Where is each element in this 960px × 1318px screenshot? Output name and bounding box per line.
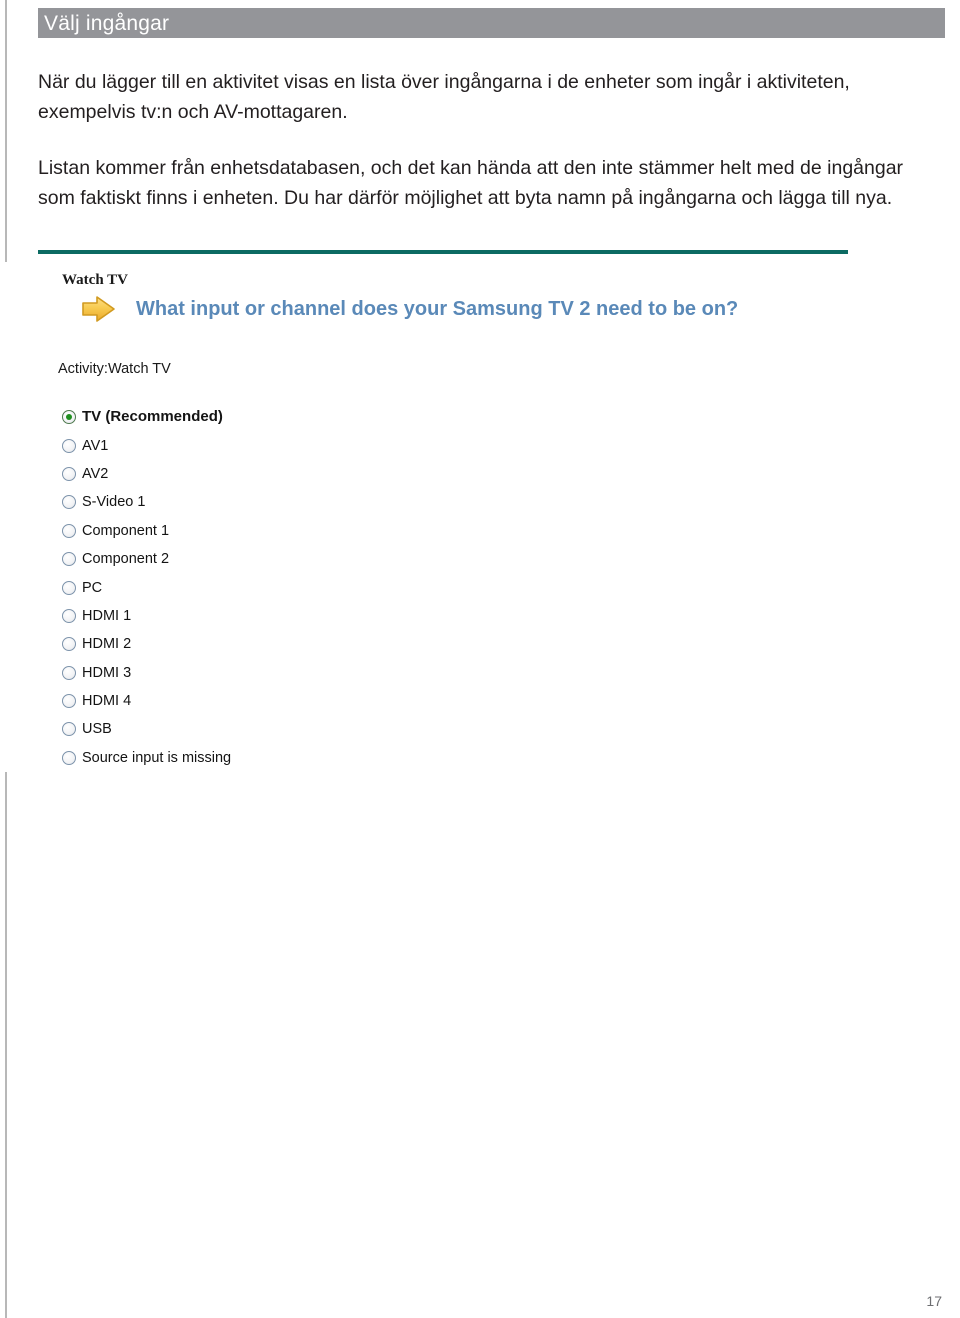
body-paragraph-1: När du lägger till en aktivitet visas en… [38,70,850,123]
input-option-label: HDMI 2 [82,636,132,653]
input-option-5[interactable]: Component 2 [62,545,482,573]
screenshot-question-text: What input or channel does your Samsung … [136,298,739,320]
radio-selected-icon[interactable] [62,410,76,425]
embedded-app-screenshot: Watch TV What input or channel does your… [0,262,960,772]
input-option-label: Component 2 [82,551,170,568]
input-option-4[interactable]: Component 1 [62,517,482,545]
radio-unselected-icon[interactable] [62,438,76,453]
radio-unselected-icon[interactable] [62,523,76,538]
radio-unselected-icon[interactable] [62,637,76,652]
input-radio-group[interactable]: TV (Recommended) AV1 AV2 S-Video 1 Component… [62,403,482,772]
radio-unselected-icon[interactable] [62,694,76,709]
radio-unselected-icon[interactable] [62,495,76,510]
input-option-label: Component 1 [82,522,170,539]
input-option-12[interactable]: Source input is missing [62,744,482,772]
input-option-11[interactable]: USB [62,715,482,743]
radio-unselected-icon[interactable] [62,750,76,765]
radio-unselected-icon[interactable] [62,552,76,567]
section-divider [38,250,848,254]
input-option-label: S-Video 1 [82,494,146,511]
input-option-9[interactable]: HDMI 3 [62,659,482,687]
input-option-3[interactable]: S-Video 1 [62,488,482,516]
arrow-right-icon [80,294,118,324]
input-option-label: HDMI 4 [82,693,132,710]
input-option-label: TV (Recommended) [82,408,223,426]
input-option-label: AV2 [82,465,109,482]
section-header-bar: Välj ingångar [38,8,945,38]
input-option-label: PC [82,579,103,596]
input-option-label: HDMI 1 [82,607,132,624]
input-option-label: AV1 [82,437,109,454]
input-option-6[interactable]: PC [62,573,482,601]
screenshot-activity-title: Watch TV [62,272,128,288]
page-title: Välj ingångar [44,12,170,35]
input-option-2[interactable]: AV2 [62,460,482,488]
radio-unselected-icon[interactable] [62,580,76,595]
page-number: 17 [926,1293,942,1309]
radio-unselected-icon[interactable] [62,665,76,680]
screenshot-question-row: What input or channel does your Samsung … [80,292,738,326]
input-option-10[interactable]: HDMI 4 [62,687,482,715]
input-option-0[interactable]: TV (Recommended) [62,403,482,431]
input-option-8[interactable]: HDMI 2 [62,630,482,658]
input-option-1[interactable]: AV1 [62,431,482,459]
screenshot-activity-label: Activity:Watch TV [58,361,171,377]
input-option-label: Source input is missing [82,749,232,766]
input-option-7[interactable]: HDMI 1 [62,602,482,630]
input-option-label: HDMI 3 [82,664,132,681]
radio-unselected-icon[interactable] [62,608,76,623]
input-option-label: USB [82,721,112,738]
radio-unselected-icon[interactable] [62,466,76,481]
radio-unselected-icon[interactable] [62,722,76,737]
body-paragraph-2: Listan kommer från enhetsdatabasen, och … [38,156,904,209]
